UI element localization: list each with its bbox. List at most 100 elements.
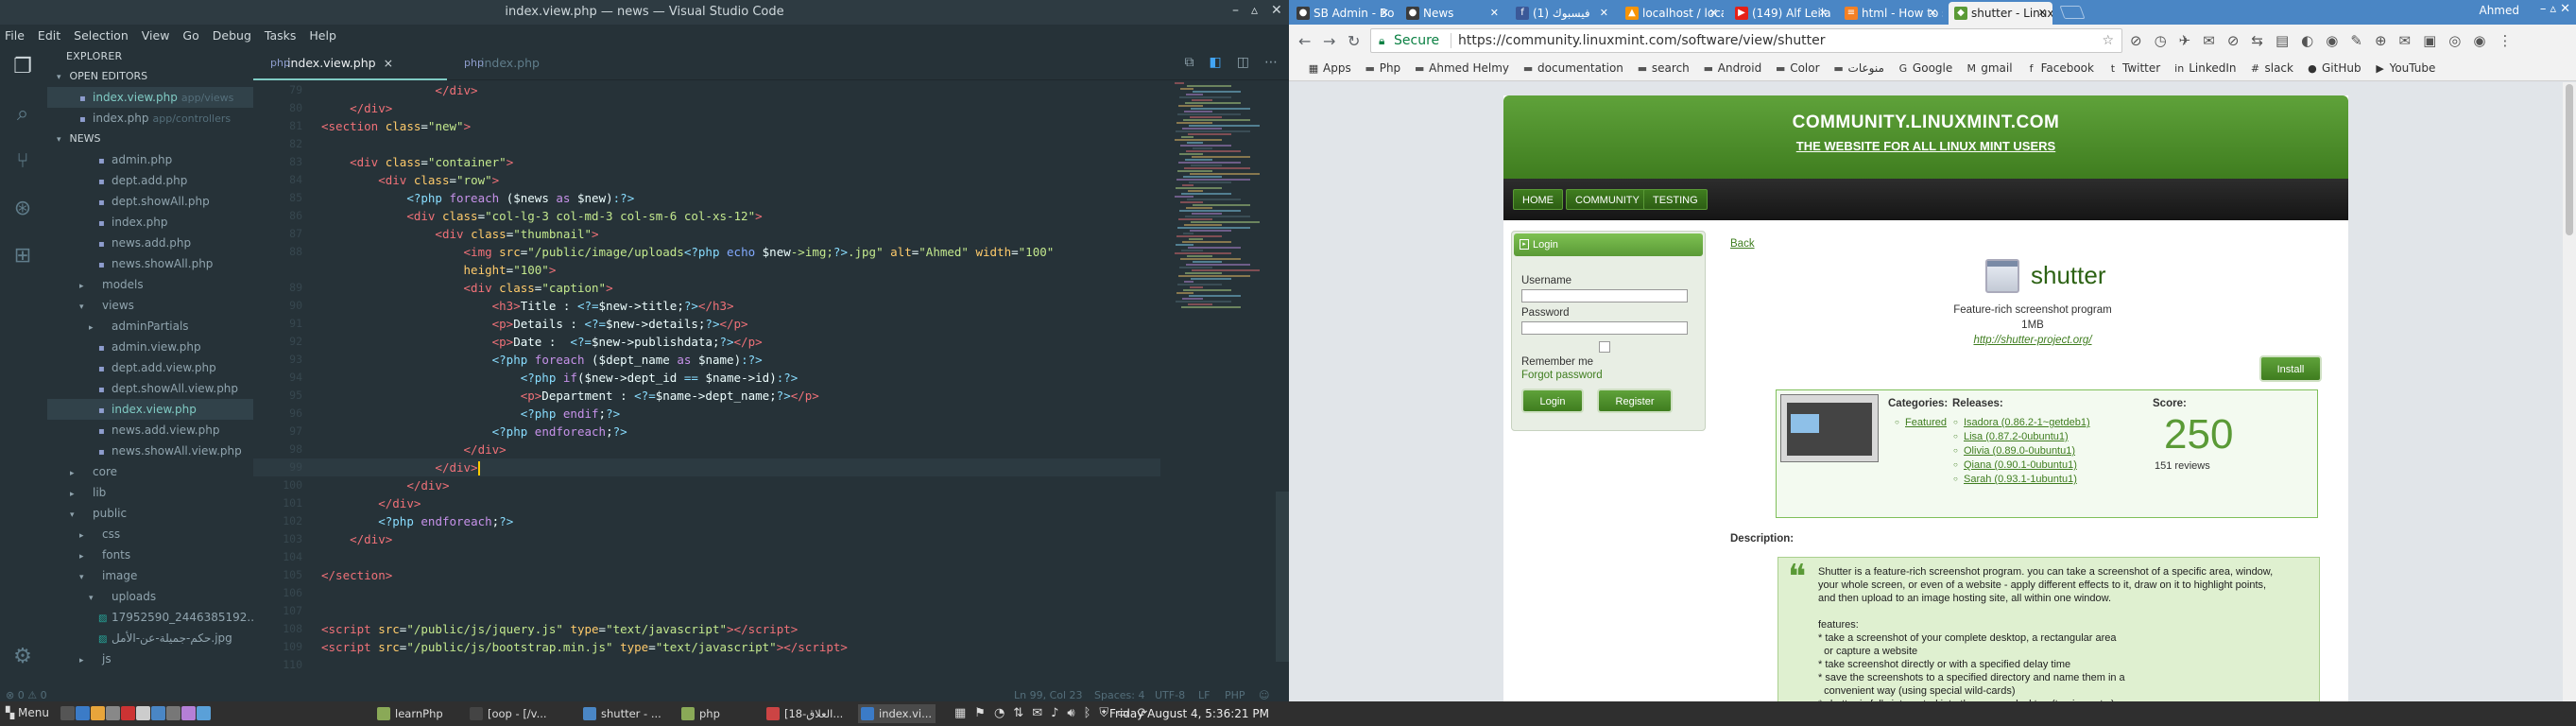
nav-home[interactable]: HOME [1513, 189, 1563, 210]
project-header[interactable]: ▾ NEWS [47, 129, 253, 149]
open-editors-header[interactable]: ▾ OPEN EDITORS [47, 66, 253, 87]
extensions-icon[interactable]: ⊞ [9, 242, 37, 270]
extension-icon[interactable]: ▣ [2423, 32, 2436, 49]
bookmark-item[interactable]: ● GitHub [2307, 61, 2361, 75]
extension-icon[interactable]: ⊘ [2130, 32, 2142, 49]
extension-icon[interactable]: ✉ [2399, 32, 2412, 49]
tab-index-view-php[interactable]: php index.view.php × [253, 47, 447, 80]
close-tab-icon[interactable]: ✕ [2038, 2, 2047, 25]
terminal-launcher-icon[interactable] [136, 706, 150, 720]
menu-debug[interactable]: Debug [206, 25, 258, 43]
minimize-icon[interactable]: – [1232, 3, 1239, 18]
tree-item[interactable]: ▸ adminPartials [47, 316, 253, 337]
open-preview-icon[interactable]: ⧉ [1185, 55, 1194, 70]
files-launcher-icon[interactable] [106, 706, 120, 720]
menu-go[interactable]: Go [176, 25, 205, 43]
tree-item[interactable]: ▪ index.php [47, 212, 253, 233]
extension-icon[interactable]: ⊘ [2227, 32, 2240, 49]
menu-edit[interactable]: Edit [31, 25, 67, 43]
site-title[interactable]: COMMUNITY.LINUXMINT.COM [1503, 112, 2348, 133]
menu-selection[interactable]: Selection [67, 25, 135, 43]
vscode-launcher-icon[interactable] [76, 706, 90, 720]
tree-item[interactable]: ▸ css [47, 524, 253, 544]
volume-icon[interactable]: 🔊︎ [1067, 706, 1074, 720]
network-icon[interactable]: ⇅ [1013, 706, 1023, 720]
bookmark-item[interactable]: ▬ Color [1775, 61, 1820, 75]
register-button[interactable]: Register [1597, 389, 1673, 413]
extension-icon[interactable]: ◐ [2301, 32, 2313, 49]
new-tab-icon[interactable] [2059, 6, 2086, 19]
wifi-icon[interactable]: ◔ [994, 706, 1005, 720]
tree-item[interactable]: ▪ admin.php [47, 149, 253, 170]
tree-item[interactable]: ▾ image [47, 565, 253, 586]
browser-tab[interactable]: ●SB Admin - Bootstr✕ [1291, 2, 1395, 25]
language-mode[interactable]: PHP [1225, 689, 1245, 701]
taskbar-window-button[interactable]: index.vi... [858, 704, 936, 723]
bookmark-item[interactable]: ▬ Android [1703, 61, 1762, 75]
close-tab-icon[interactable]: ✕ [1709, 2, 1718, 25]
bookmark-item[interactable]: in LinkedIn [2173, 61, 2236, 75]
extension-icon[interactable]: ⇆ [2251, 32, 2263, 49]
problems-indicator[interactable]: ⊗ 0 ⚠ 0 [6, 689, 47, 701]
line-ending[interactable]: LF [1198, 689, 1210, 701]
bookmark-star-icon[interactable]: ☆ [2102, 29, 2114, 52]
taskbar-window-button[interactable]: [oop - [/v... [467, 704, 576, 723]
taskbar-window-button[interactable]: [18-العلاق... [764, 704, 854, 723]
close-tab-icon[interactable]: × [384, 56, 393, 70]
browser-tab[interactable]: ◆shutter - Linux Mi✕ [1949, 2, 2052, 25]
search-icon[interactable]: ⌕ [9, 100, 37, 129]
menu-view[interactable]: View [135, 25, 177, 43]
taskbar-window-button[interactable]: shutter - ... [580, 704, 675, 723]
menu-file[interactable]: File [0, 25, 31, 43]
app-launcher-icon[interactable] [181, 706, 196, 720]
bookmark-item[interactable]: ▦ Apps [1308, 61, 1351, 75]
tree-item[interactable]: ▾ uploads [47, 586, 253, 607]
close-tab-icon[interactable]: ✕ [1929, 2, 1937, 25]
bookmark-item[interactable]: t Twitter [2107, 61, 2160, 75]
close-tab-icon[interactable]: ✕ [1490, 2, 1499, 25]
bookmark-item[interactable]: ▬ Php [1365, 61, 1401, 75]
firefox-launcher-icon[interactable] [91, 706, 105, 720]
tray-app-icon[interactable]: ▦ [954, 706, 966, 720]
app-homepage-link[interactable]: http://shutter-project.org/ [1730, 335, 2335, 346]
release-link[interactable]: Isadora (0.86.2-1~getdeb1) [1953, 417, 2090, 428]
extension-icon[interactable]: ▤ [2275, 32, 2289, 49]
tree-item[interactable]: ▪ dept.add.php [47, 170, 253, 191]
tree-item[interactable]: ▸ models [47, 274, 253, 295]
tree-item[interactable]: ▪ dept.add.view.php [47, 357, 253, 378]
more-actions-icon[interactable]: ⋯ [1264, 55, 1278, 70]
remember-checkbox[interactable] [1599, 341, 1610, 353]
release-link[interactable]: Olivia (0.89.0-0ubuntu1) [1953, 445, 2075, 457]
tree-item[interactable]: ▪ admin.view.php [47, 337, 253, 357]
tree-item[interactable]: ▸ lib [47, 482, 253, 503]
back-icon[interactable]: ← [1298, 32, 1311, 50]
tree-item[interactable]: ▾ public [47, 503, 253, 524]
debug-icon[interactable]: ⊛ [9, 195, 37, 223]
tree-item[interactable]: ▨ حكم-جميلة-عن-الأمل.jpg [47, 628, 253, 648]
settings-gear-icon[interactable]: ⚙ [9, 643, 37, 671]
code-editor[interactable]: 79 </div> 80 </div> 81 <section class="new"… [253, 81, 1160, 686]
release-link[interactable]: Qiana (0.90.1-0ubuntu1) [1953, 459, 2077, 471]
taskbar-window-button[interactable]: learnPhp [374, 704, 463, 723]
encoding[interactable]: UTF-8 [1155, 689, 1185, 701]
explorer-icon[interactable]: ❐ [9, 53, 37, 81]
git-compare-icon[interactable]: ◧ [1210, 55, 1222, 70]
forward-icon[interactable]: → [1323, 32, 1335, 50]
tree-item[interactable]: ▪ news.showAll.php [47, 253, 253, 274]
browser-tab[interactable]: ● News ✕ [1400, 2, 1504, 25]
app-launcher-icon[interactable] [166, 706, 180, 720]
feedback-icon[interactable]: ☺ [1259, 689, 1269, 701]
scrollbar-thumb[interactable] [2566, 84, 2573, 235]
tree-item[interactable]: ▸ fonts [47, 544, 253, 565]
page-scrollbar[interactable] [2563, 82, 2576, 701]
browser-tab[interactable]: f (1) فيسبوك ✕ [1510, 2, 1614, 25]
close-icon[interactable]: ✕ [1271, 3, 1282, 18]
app-launcher-icon[interactable] [197, 706, 211, 720]
bookmark-item[interactable]: # slack [2249, 61, 2293, 75]
login-button[interactable]: Login [1521, 389, 1584, 413]
tree-item[interactable]: ▪ dept.showAll.php [47, 191, 253, 212]
bluetooth-icon[interactable]: ᛒ [1084, 706, 1091, 720]
extension-icon[interactable]: ◉ [2326, 32, 2338, 49]
close-tab-icon[interactable]: ✕ [1381, 2, 1389, 25]
flag-icon[interactable]: ⚑ [974, 706, 986, 720]
